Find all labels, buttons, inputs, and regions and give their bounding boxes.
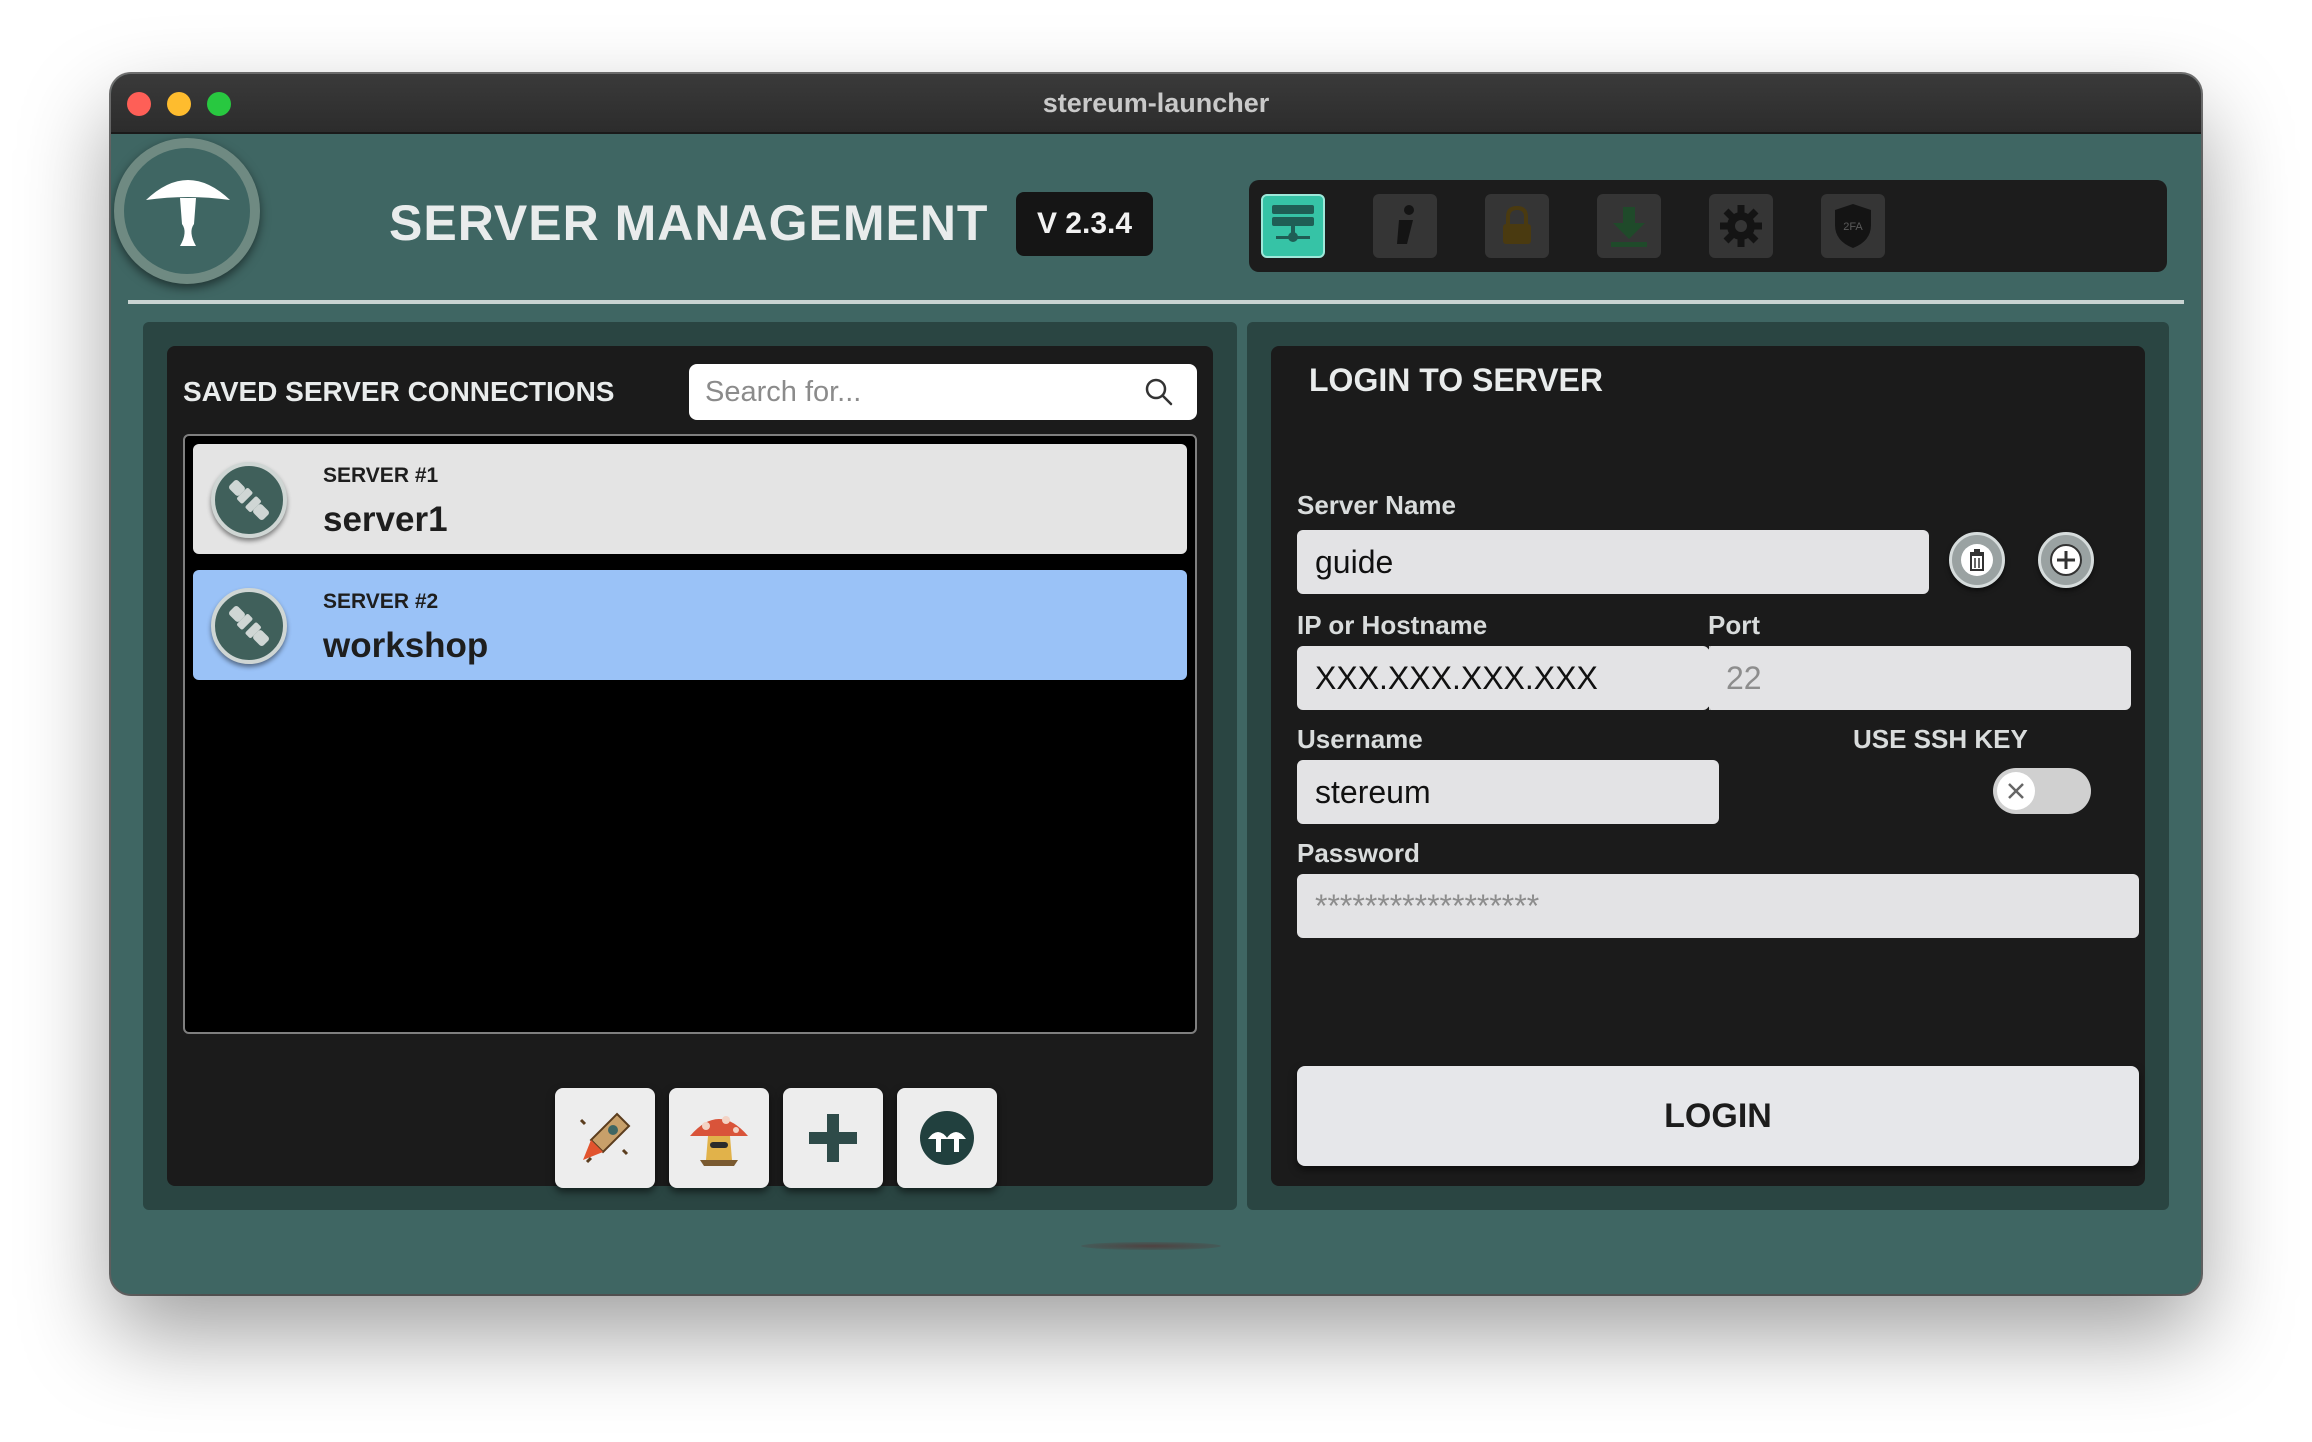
plug-icon xyxy=(229,606,269,646)
title-bar[interactable]: stereum-launcher xyxy=(111,74,2201,134)
lock-icon xyxy=(1503,205,1531,244)
nav-settings-button[interactable] xyxy=(1709,194,1773,258)
page-title: SERVER MANAGEMENT xyxy=(389,195,989,251)
window-title: stereum-launcher xyxy=(1042,88,1270,118)
scroll-indicator xyxy=(1081,1242,1221,1250)
nav-server-management-button[interactable] xyxy=(1261,194,1325,258)
add-server-button[interactable] xyxy=(783,1088,883,1188)
delete-server-button[interactable] xyxy=(1949,532,2005,588)
info-icon xyxy=(1397,205,1414,244)
server-name-label: Server Name xyxy=(1297,490,1456,520)
add-server-form-button[interactable] xyxy=(2038,532,2094,588)
2fa-label: 2FA xyxy=(1843,221,1863,233)
server-connection-icon xyxy=(211,588,287,664)
mushroom-character-button[interactable] xyxy=(669,1088,769,1188)
nav-info-button[interactable] xyxy=(1373,194,1437,258)
plus-circle-icon xyxy=(2050,544,2082,576)
login-title: LOGIN TO SERVER xyxy=(1309,362,1603,398)
ssh-key-toggle[interactable] xyxy=(1993,768,2091,814)
nav-lock-button[interactable] xyxy=(1485,194,1549,258)
server-number: SERVER #1 xyxy=(323,464,439,487)
stereum-logo[interactable] xyxy=(114,138,260,284)
version-badge: V 2.3.4 xyxy=(1016,192,1153,256)
username-label: Username xyxy=(1297,724,1423,754)
header-divider xyxy=(128,300,2184,304)
search-box xyxy=(689,364,1197,420)
nav-download-button[interactable] xyxy=(1597,194,1661,258)
ssh-key-label: USE SSH KEY xyxy=(1853,724,2028,754)
server-connection-icon xyxy=(211,462,287,538)
gear-icon xyxy=(1720,205,1762,247)
port-field[interactable] xyxy=(1708,646,2131,710)
server-name: server1 xyxy=(323,500,448,539)
password-field[interactable] xyxy=(1297,874,2139,938)
top-nav: 2FA xyxy=(1249,180,2167,272)
server-list-item[interactable]: SERVER #1 server1 xyxy=(193,444,1187,554)
ip-label: IP or Hostname xyxy=(1297,610,1488,640)
saved-connections-title: SAVED SERVER CONNECTIONS xyxy=(183,376,615,407)
import-backup-button[interactable] xyxy=(555,1088,655,1188)
download-icon xyxy=(1611,207,1647,247)
app-window: stereum-launcher SERVER MANAGEMENT V 2.3… xyxy=(111,74,2201,1294)
server-list-item-selected[interactable]: SERVER #2 workshop xyxy=(193,570,1187,680)
close-icon xyxy=(2008,783,2024,799)
saved-connections-box: SAVED SERVER CONNECTIONS Search for... S… xyxy=(167,346,1213,1188)
password-label: Password xyxy=(1297,838,1420,868)
saved-connections-panel: SAVED SERVER CONNECTIONS Search for... S… xyxy=(143,322,1237,1210)
server-number: SERVER #2 xyxy=(323,590,439,613)
trash-icon xyxy=(1961,544,1993,576)
mushroom-character-icon xyxy=(690,1116,748,1166)
search-icon[interactable] xyxy=(1143,376,1175,408)
ip-field[interactable] xyxy=(1297,646,1709,710)
stereum-button[interactable] xyxy=(897,1088,997,1188)
search-input[interactable] xyxy=(705,364,1125,420)
stereum-logo-icon xyxy=(920,1111,974,1165)
shield-2fa-icon: 2FA xyxy=(1835,204,1871,248)
plug-icon xyxy=(229,480,269,520)
server-icon xyxy=(1272,205,1314,242)
toggle-knob xyxy=(1997,772,2035,810)
server-name-field[interactable] xyxy=(1297,530,1929,594)
rocket-icon xyxy=(579,1112,631,1164)
server-list[interactable]: SERVER #1 server1 SERVER #2 workshop xyxy=(183,434,1197,1034)
username-field[interactable] xyxy=(1297,760,1719,824)
nav-2fa-button[interactable]: 2FA xyxy=(1821,194,1885,258)
plus-icon xyxy=(809,1114,857,1162)
server-name: workshop xyxy=(323,626,489,665)
mushroom-logo-icon xyxy=(146,180,230,246)
login-button[interactable]: LOGIN xyxy=(1297,1066,2139,1166)
port-label: Port xyxy=(1708,610,1760,640)
